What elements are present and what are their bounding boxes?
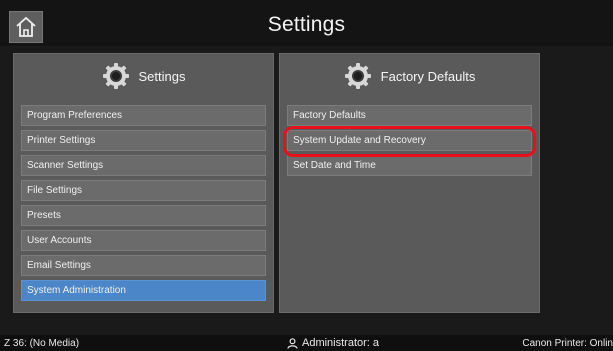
menu-item-set-date-and-time[interactable]: Set Date and Time xyxy=(287,155,532,176)
user-icon xyxy=(287,337,298,349)
media-status: Z 36: (No Media) xyxy=(4,338,80,349)
menu-item-printer-settings[interactable]: Printer Settings xyxy=(21,130,266,151)
title-bar: Settings xyxy=(0,0,613,46)
menu-item-email-settings[interactable]: Email Settings xyxy=(21,255,266,276)
factory-defaults-panel-title: Factory Defaults xyxy=(380,68,476,84)
settings-panel-header: Settings xyxy=(14,54,273,98)
menu-item-factory-defaults[interactable]: Factory Defaults xyxy=(287,105,532,126)
menu-item-label: System Update and Recovery xyxy=(293,135,426,146)
user-status: Administrator: a xyxy=(287,337,379,349)
menu-item-file-settings[interactable]: File Settings xyxy=(21,180,266,201)
menu-item-system-update-and-recovery[interactable]: System Update and Recovery xyxy=(283,126,536,157)
printer-status: Canon Printer: Onlin xyxy=(522,338,613,349)
menu-item-program-preferences[interactable]: Program Preferences xyxy=(21,105,266,126)
factory-defaults-panel-header: Factory Defaults xyxy=(280,54,539,98)
page-title: Settings xyxy=(267,13,346,36)
menu-item-system-administration[interactable]: System Administration xyxy=(21,280,266,301)
settings-panel-title: Settings xyxy=(138,68,186,84)
menu-item-scanner-settings[interactable]: Scanner Settings xyxy=(21,155,266,176)
status-bar: Z 36: (No Media) Administrator: a Canon … xyxy=(0,335,613,351)
gear-icon xyxy=(344,63,371,89)
menu-item-presets[interactable]: Presets xyxy=(21,205,266,226)
settings-panel: Settings Program Preferences Printer Set… xyxy=(13,53,274,313)
factory-defaults-menu: Factory Defaults System Update and Recov… xyxy=(283,105,536,180)
user-label: Administrator: a xyxy=(302,337,380,349)
factory-defaults-panel: Factory Defaults Factory Defaults System… xyxy=(279,53,540,313)
menu-item-user-accounts[interactable]: User Accounts xyxy=(21,230,266,251)
gear-icon xyxy=(102,63,129,89)
settings-menu: Program Preferences Printer Settings Sca… xyxy=(21,105,266,305)
